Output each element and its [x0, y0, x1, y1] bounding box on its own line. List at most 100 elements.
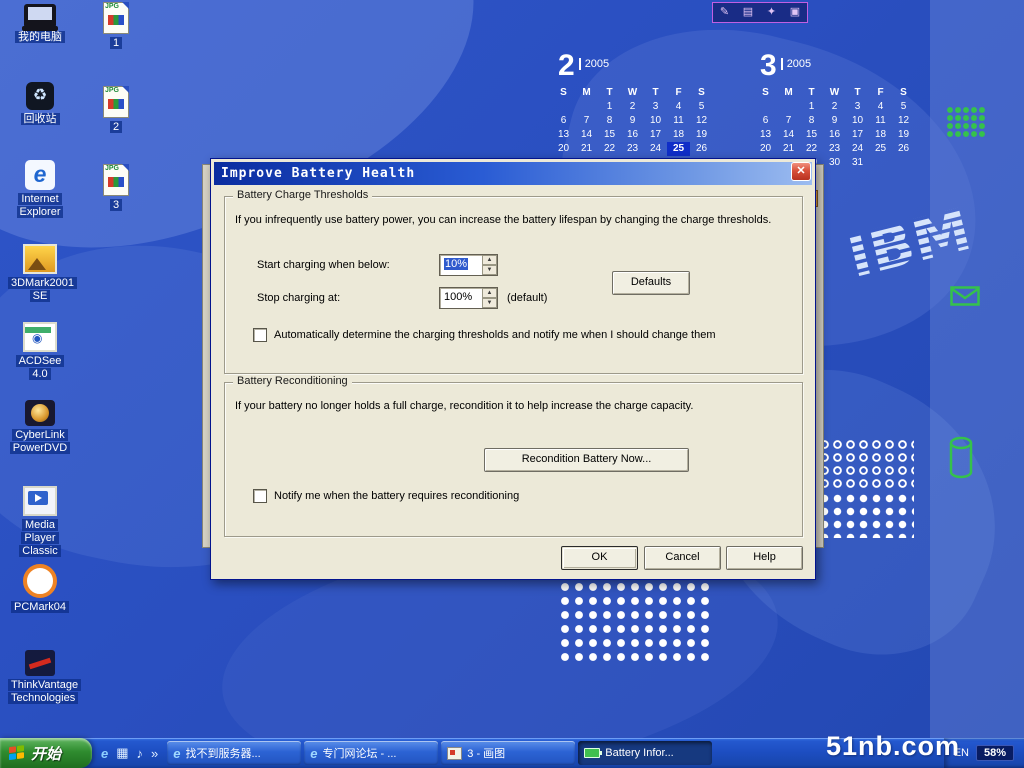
cal-day: 25 — [869, 142, 892, 156]
month-year: 2005 — [781, 58, 811, 70]
ibm-logo: IBM — [836, 186, 996, 286]
desktop: IBM ✎ ▤ ✦ ▣ 2 2005 S M T W T F S 1 — [0, 0, 1024, 768]
recondition-battery-button[interactable]: Recondition Battery Now... — [484, 448, 689, 472]
start-charging-label: Start charging when below: — [257, 259, 390, 271]
cal-day: 5 — [892, 100, 915, 114]
auto-determine-checkbox[interactable] — [253, 328, 267, 342]
cal-day: 21 — [575, 142, 598, 156]
photo-viewer-icon — [23, 322, 57, 352]
cal-header: T — [800, 86, 823, 100]
group-legend: Battery Reconditioning — [233, 375, 352, 387]
quicklaunch-ie-icon[interactable]: e — [101, 746, 108, 761]
cal-header: S — [892, 86, 915, 100]
desktop-icon-pcmark04[interactable]: PCMark04 — [8, 564, 72, 614]
notify-reconditioning-label: Notify me when the battery requires reco… — [274, 490, 519, 502]
cal-day — [754, 100, 777, 114]
cal-day: 8 — [800, 114, 823, 128]
cal-day: 26 — [892, 142, 915, 156]
battery-charge-thresholds-group: Battery Charge Thresholds If you infrequ… — [224, 196, 803, 374]
desktop-icon-label: PCMark04 — [8, 601, 72, 614]
desktop-icon-label: CyberLink PowerDVD — [8, 429, 72, 455]
overflow-chevron-icon[interactable]: » — [151, 746, 158, 761]
cal-header: T — [846, 86, 869, 100]
cal-day: 14 — [777, 128, 800, 142]
cal-day: 3 — [644, 100, 667, 114]
cancel-button[interactable]: Cancel — [644, 546, 721, 570]
cal-day: 6 — [552, 114, 575, 128]
cal-day: 4 — [869, 100, 892, 114]
start-button[interactable]: 开始 — [0, 738, 92, 768]
desktop-icon-media-player-classic[interactable]: Media Player Classic — [8, 486, 72, 558]
desktop-icon-recycle-bin[interactable]: ♻ 回收站 — [8, 82, 72, 126]
desktop-icon-3dmark2001[interactable]: 3DMark2001 SE — [8, 244, 72, 303]
desktop-icon-thinkvantage[interactable]: ThinkVantage Technologies — [8, 650, 72, 705]
battery-tray-indicator[interactable]: 58% — [976, 745, 1014, 761]
cal-day: 24 — [846, 142, 869, 156]
desktop-icon-jpg-1[interactable]: JPG 1 — [88, 2, 144, 50]
cal-header: F — [869, 86, 892, 100]
notes-icon[interactable]: ▤ — [743, 7, 753, 18]
cal-day: 11 — [667, 114, 690, 128]
cal-day: 9 — [621, 114, 644, 128]
cal-header: T — [598, 86, 621, 100]
grid-icon[interactable]: ▣ — [790, 7, 800, 18]
task-button-forum[interactable]: e 专门网论坛 - ... — [304, 741, 438, 765]
cal-day — [575, 100, 598, 114]
desktop-icon-my-computer[interactable]: 我的电脑 — [8, 4, 72, 44]
cal-day: 1 — [800, 100, 823, 114]
cal-header: M — [575, 86, 598, 100]
calendar-february: 2 2005 S M T W T F S 1 2 3 4 5 6 7 8 9 1… — [552, 50, 713, 170]
spinner-down-button[interactable]: ▼ — [482, 298, 497, 308]
desktop-icon-jpg-3[interactable]: JPG 3 — [88, 164, 144, 212]
ie-icon: e — [310, 746, 317, 761]
notify-reconditioning-checkbox[interactable] — [253, 489, 267, 503]
cal-day: 1 — [598, 100, 621, 114]
cal-day: 3 — [846, 100, 869, 114]
watermark: 51nb.com — [826, 731, 960, 762]
desktop-icon-label: 回收站 — [8, 113, 72, 126]
plug-icon[interactable]: ✦ — [767, 7, 776, 18]
cal-day: 16 — [621, 128, 644, 142]
defaults-button[interactable]: Defaults — [612, 271, 690, 295]
picture-icon — [23, 244, 57, 274]
dialog-titlebar[interactable]: Improve Battery Health — [214, 162, 812, 185]
ok-button[interactable]: OK — [561, 546, 638, 570]
start-threshold-input[interactable]: 10% ▲ ▼ — [439, 254, 498, 276]
desktop-icon-acdsee[interactable]: ACDSee 4.0 — [8, 322, 72, 381]
quick-launch: e ▦ ♪ » — [92, 745, 167, 761]
thinkvantage-icon — [25, 650, 55, 676]
cal-day: 15 — [598, 128, 621, 142]
desktop-icon-label: ThinkVantage Technologies — [8, 679, 72, 705]
cal-day: 30 — [823, 156, 846, 170]
cal-header: S — [552, 86, 575, 100]
desktop-icon-label: 1 — [88, 37, 144, 50]
spinner-down-button[interactable]: ▼ — [482, 265, 497, 275]
stop-threshold-input[interactable]: 100% ▲ ▼ — [439, 287, 498, 309]
quicklaunch-media-icon[interactable]: ♪ — [137, 746, 144, 761]
cal-day: 23 — [823, 142, 846, 156]
desktop-icon-powerdvd[interactable]: CyberLink PowerDVD — [8, 400, 72, 455]
paint-icon — [447, 747, 462, 760]
task-button-paint[interactable]: 3 - 画图 — [441, 741, 575, 765]
desktop-icon-internet-explorer[interactable]: e Internet Explorer — [8, 160, 72, 219]
auto-determine-label: Automatically determine the charging thr… — [274, 329, 715, 341]
close-button[interactable]: ✕ — [791, 162, 811, 181]
cal-header: F — [667, 86, 690, 100]
cal-day: 5 — [690, 100, 713, 114]
quicklaunch-desktop-icon[interactable]: ▦ — [116, 745, 128, 761]
task-button-server-not-found[interactable]: e 找不到服务器... — [167, 741, 301, 765]
pen-icon[interactable]: ✎ — [720, 7, 729, 18]
spinner-up-button[interactable]: ▲ — [482, 288, 497, 298]
tray-toolbar[interactable]: ✎ ▤ ✦ ▣ — [712, 2, 808, 23]
desktop-icon-label: Internet Explorer — [8, 193, 72, 219]
spinner-up-button[interactable]: ▲ — [482, 255, 497, 265]
windows-flag-icon — [9, 744, 26, 761]
help-button[interactable]: Help — [726, 546, 803, 570]
stop-threshold-spinner: ▲ ▼ — [482, 288, 497, 308]
start-threshold-spinner: ▲ ▼ — [482, 255, 497, 275]
desktop-icon-jpg-2[interactable]: JPG 2 — [88, 86, 144, 134]
start-threshold-value: 10% — [444, 258, 468, 270]
battery-icon — [584, 748, 600, 758]
cal-day-today: 25 — [667, 142, 690, 156]
task-button-battery-information[interactable]: Battery Infor... — [578, 741, 712, 765]
